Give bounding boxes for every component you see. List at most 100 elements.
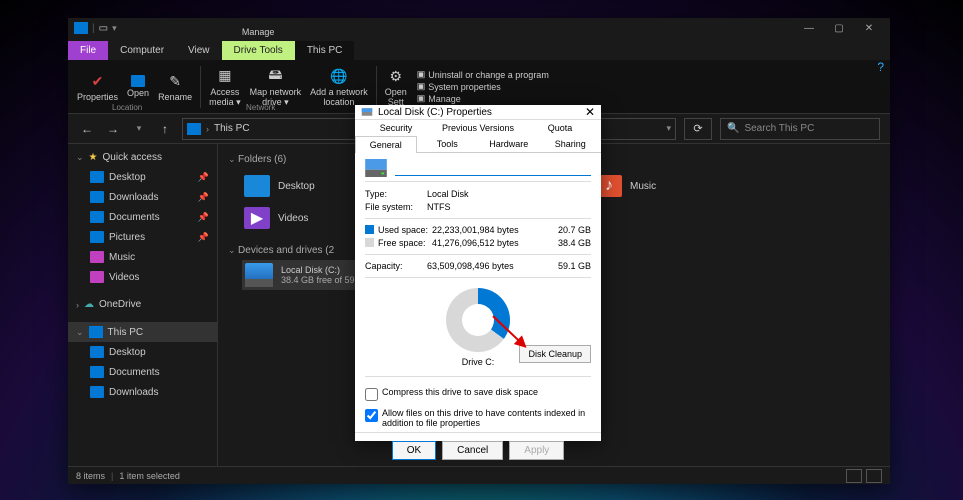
type-value: Local Disk	[427, 189, 591, 199]
sidebar-onedrive[interactable]: ›☁OneDrive	[68, 295, 217, 314]
address-text: This PC	[214, 123, 250, 134]
gear-icon: ⚙	[386, 66, 406, 86]
nav-forward[interactable]: →	[104, 122, 122, 136]
rename-icon: ✎	[165, 71, 185, 91]
dialog-close-button[interactable]: ✕	[585, 105, 595, 119]
used-color-swatch	[365, 225, 374, 234]
sidebar-item-downloads[interactable]: Downloads📌	[68, 187, 217, 207]
sidebar-this-pc[interactable]: ⌄This PC	[68, 322, 217, 342]
folder-icon	[90, 211, 104, 223]
filesystem-label: File system:	[365, 202, 427, 212]
pc-icon	[89, 326, 103, 338]
folder-icon	[90, 386, 104, 398]
index-checkbox-row[interactable]: Allow files on this drive to have conten…	[365, 408, 591, 428]
sidebar-item-videos[interactable]: Videos	[68, 267, 217, 287]
compress-checkbox[interactable]	[365, 388, 378, 401]
drive-name-input[interactable]	[395, 160, 591, 176]
titlebar: | ▭ ▾ — ▢ ✕	[68, 18, 890, 38]
tab-security[interactable]: Security	[355, 120, 437, 136]
tab-previous-versions[interactable]: Previous Versions	[437, 120, 519, 136]
ok-button[interactable]: OK	[392, 441, 436, 460]
close-button[interactable]: ✕	[854, 23, 884, 34]
cancel-button[interactable]: Cancel	[442, 441, 503, 460]
checkmark-icon: ✔	[88, 71, 108, 91]
used-bytes: 22,233,001,984 bytes	[432, 225, 553, 235]
compress-checkbox-row[interactable]: Compress this drive to save disk space	[365, 387, 591, 401]
ribbon-properties[interactable]: ✔Properties	[74, 69, 121, 104]
status-bar: 8 items | 1 item selected	[68, 466, 890, 484]
sidebar-pc-desktop[interactable]: Desktop	[68, 342, 217, 362]
type-label: Type:	[365, 189, 427, 199]
tab-tools[interactable]: Tools	[417, 136, 479, 153]
minimize-button[interactable]: —	[794, 23, 824, 34]
view-details-button[interactable]	[846, 469, 862, 483]
tab-sharing[interactable]: Sharing	[540, 136, 602, 153]
capacity-label: Capacity:	[365, 261, 427, 271]
free-label: Free space:	[378, 238, 432, 248]
index-checkbox[interactable]	[365, 409, 378, 422]
search-box[interactable]: 🔍 Search This PC	[720, 118, 880, 140]
drive-name: Local Disk (C:)	[281, 265, 355, 275]
search-placeholder: Search This PC	[744, 123, 814, 134]
folder-icon	[244, 175, 270, 197]
refresh-button[interactable]: ⟳	[684, 118, 712, 140]
qat-new-folder-icon[interactable]: ▭	[99, 23, 108, 34]
sidebar: ⌄★Quick access Desktop📌 Downloads📌 Docum…	[68, 144, 218, 466]
titlebar-subtitle: This PC	[295, 41, 355, 60]
drive-icon	[245, 263, 273, 287]
sidebar-item-desktop[interactable]: Desktop📌	[68, 167, 217, 187]
ribbon-uninstall[interactable]: ▣Uninstall or change a program	[417, 69, 549, 80]
folder-icon	[90, 171, 104, 183]
ribbon-open-settings[interactable]: ⚙Open Sett	[382, 64, 410, 109]
tab-hardware[interactable]: Hardware	[478, 136, 540, 153]
dialog-titlebar: Local Disk (C:) Properties ✕	[355, 105, 601, 120]
uninstall-icon: ▣	[417, 69, 426, 80]
view-icons-button[interactable]	[866, 469, 882, 483]
annotation-arrow	[482, 312, 538, 357]
tab-view[interactable]: View	[176, 41, 222, 60]
help-icon[interactable]: ?	[877, 60, 884, 74]
folder-icon	[131, 75, 145, 87]
tab-file[interactable]: File	[68, 41, 108, 60]
tab-computer[interactable]: Computer	[108, 41, 176, 60]
maximize-button[interactable]: ▢	[824, 23, 854, 34]
network-drive-icon: 🖴	[265, 66, 285, 86]
tab-quota[interactable]: Quota	[519, 120, 601, 136]
address-dropdown-icon[interactable]: ▾	[666, 123, 671, 134]
apply-button[interactable]: Apply	[509, 441, 564, 460]
sidebar-item-pictures[interactable]: Pictures📌	[68, 227, 217, 247]
nav-history-dropdown[interactable]: ▾	[130, 123, 148, 134]
music-icon	[90, 251, 104, 263]
ribbon-system-properties[interactable]: ▣System properties	[417, 81, 549, 92]
app-icon	[74, 22, 88, 34]
sidebar-pc-downloads[interactable]: Downloads	[68, 382, 217, 402]
folder-music[interactable]: ♪Music	[594, 173, 744, 199]
tab-general[interactable]: General	[355, 136, 417, 153]
nav-up[interactable]: ↑	[156, 122, 174, 136]
ribbon-access-media[interactable]: ▦Access media ▾	[206, 64, 244, 110]
ribbon-add-location[interactable]: 🌐Add a network location	[307, 64, 371, 109]
sidebar-item-music[interactable]: Music	[68, 247, 217, 267]
sidebar-item-documents[interactable]: Documents📌	[68, 207, 217, 227]
sidebar-pc-documents[interactable]: Documents	[68, 362, 217, 382]
dialog-tabs-row2: General Tools Hardware Sharing	[355, 136, 601, 153]
globe-icon: 🌐	[329, 66, 349, 86]
free-bytes: 41,276,096,512 bytes	[432, 238, 553, 248]
folder-icon	[90, 231, 104, 243]
ribbon-rename[interactable]: ✎Rename	[155, 69, 195, 104]
folder-icon	[90, 346, 104, 358]
filesystem-value: NTFS	[427, 202, 591, 212]
qat-dropdown-icon[interactable]: ▾	[112, 23, 117, 34]
pin-icon: 📌	[198, 232, 209, 243]
ribbon-open[interactable]: Open	[124, 73, 152, 100]
ribbon-manage[interactable]: ▣Manage	[417, 93, 549, 104]
folder-icon	[90, 191, 104, 203]
nav-back[interactable]: ←	[78, 122, 96, 136]
search-icon: 🔍	[727, 123, 739, 134]
sidebar-quick-access[interactable]: ⌄★Quick access	[68, 148, 217, 167]
tab-drive-tools[interactable]: Drive Tools	[222, 41, 295, 60]
chevron-right-icon: ›	[206, 124, 209, 134]
drive-free-text: 38.4 GB free of 59	[281, 275, 355, 285]
used-gb: 20.7 GB	[553, 225, 591, 235]
free-gb: 38.4 GB	[553, 238, 591, 248]
